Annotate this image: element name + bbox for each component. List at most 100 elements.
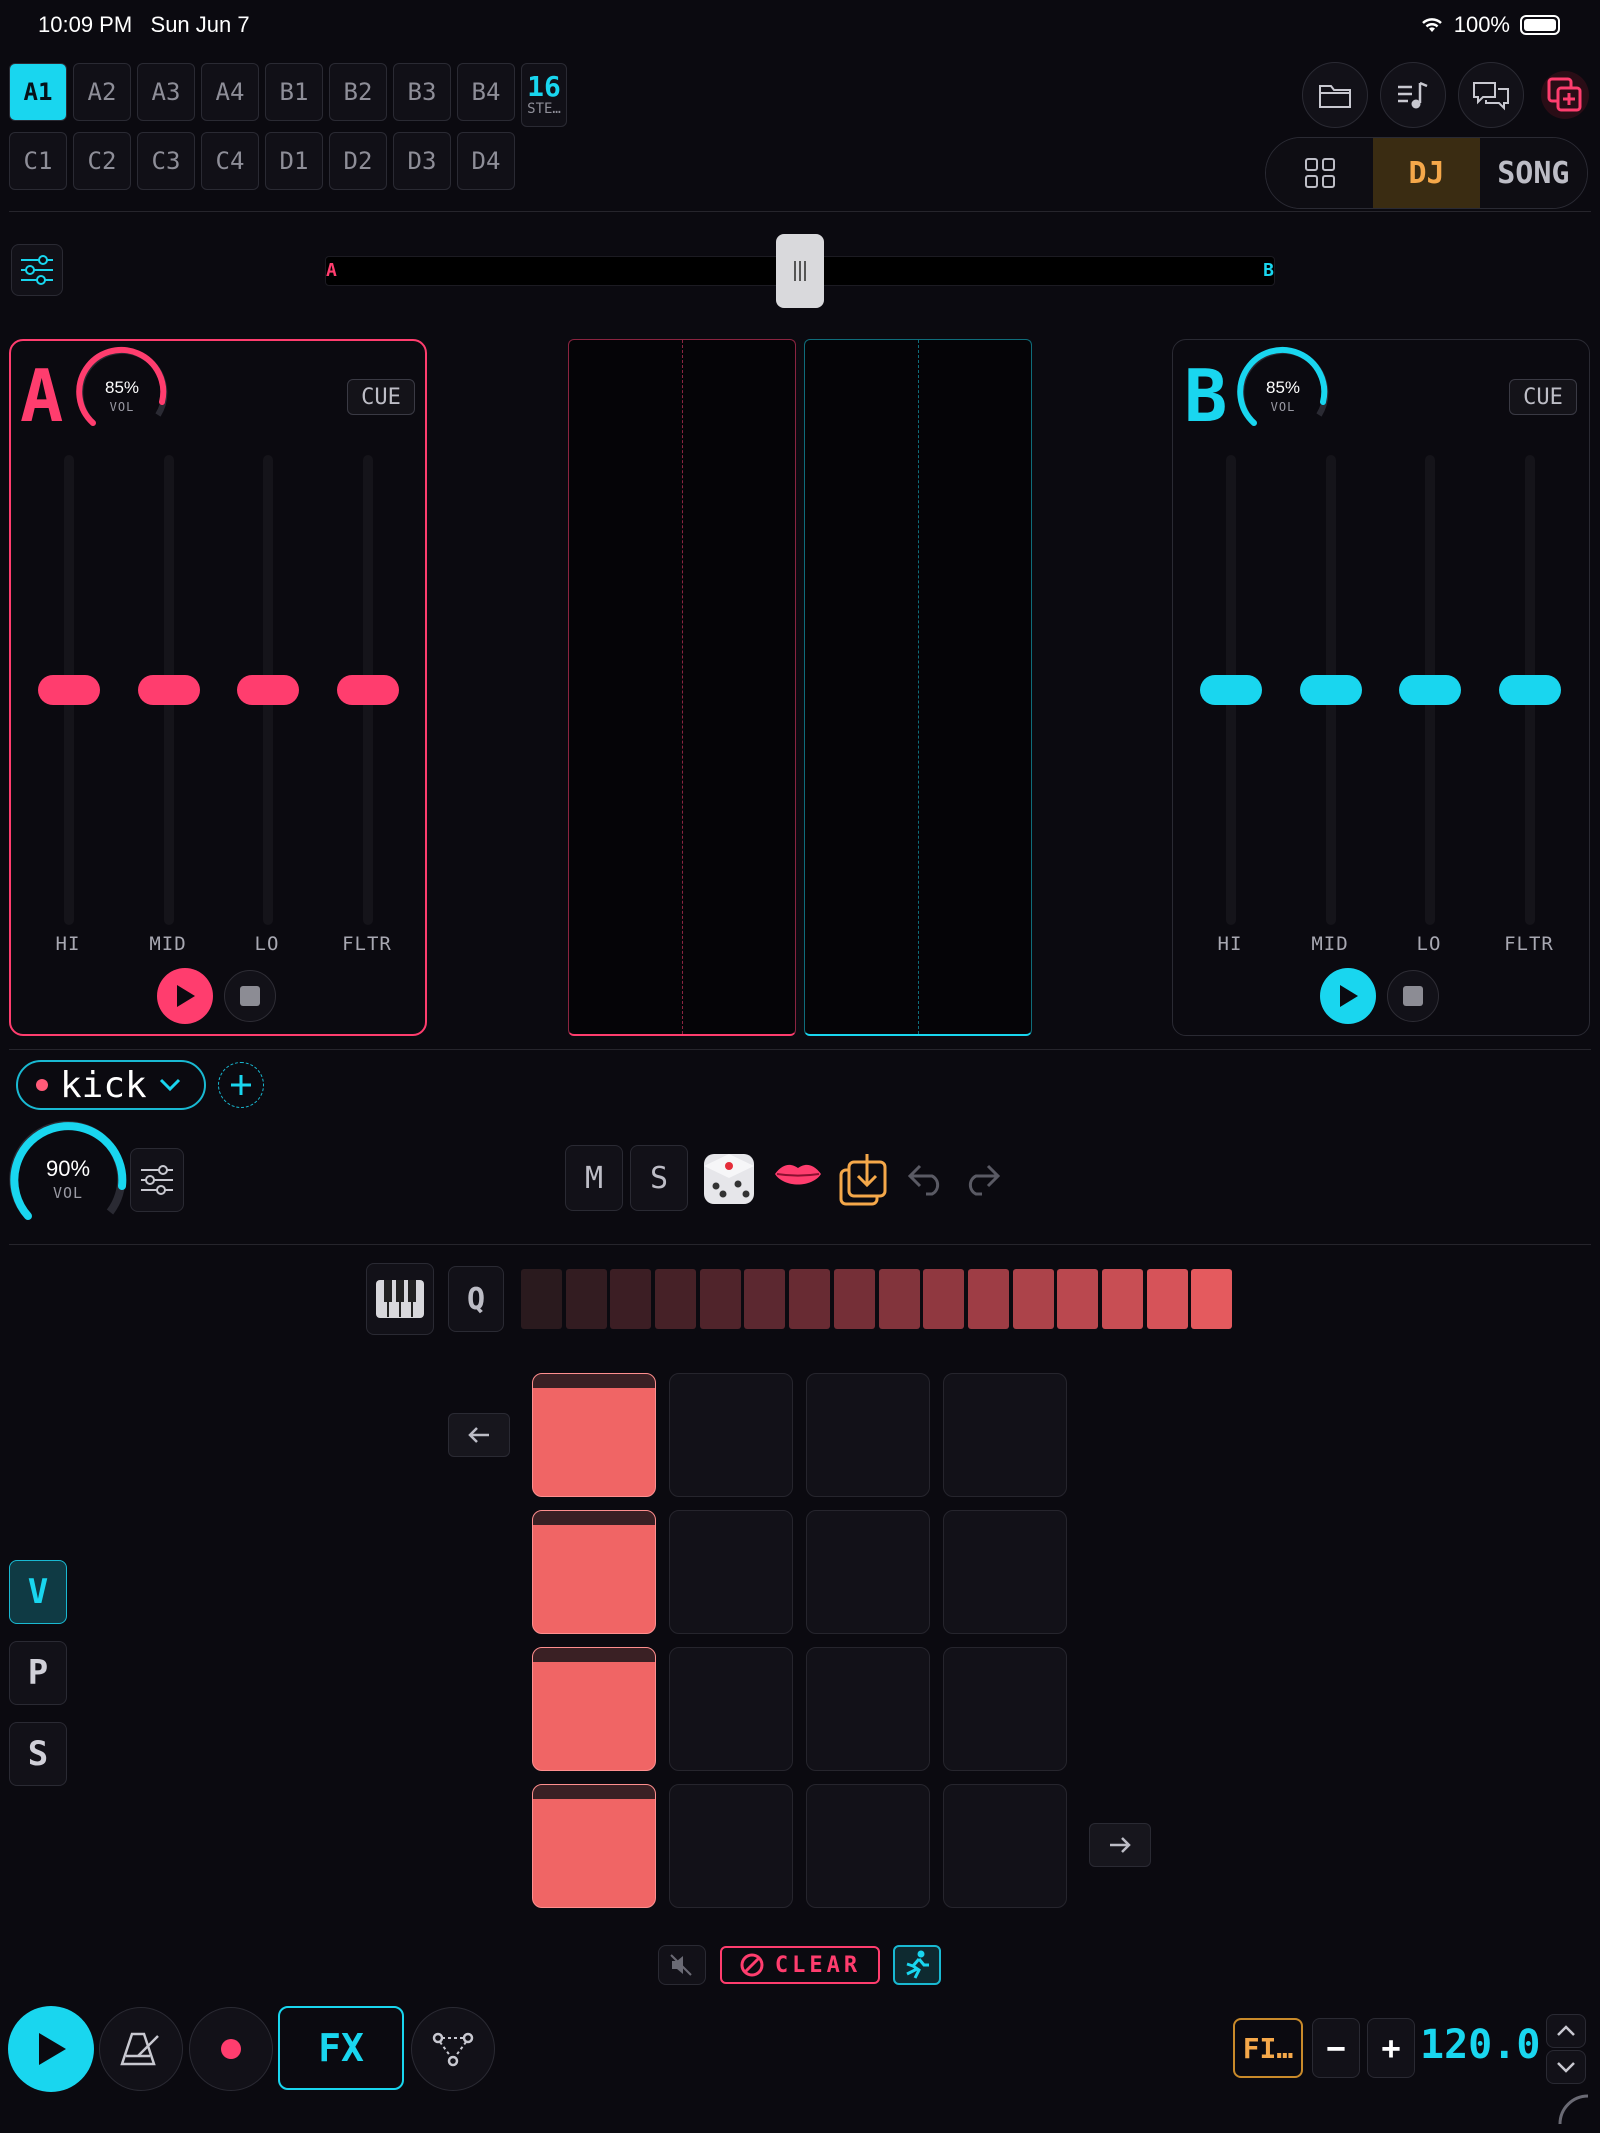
track-volume-knob[interactable]: 90% VOL xyxy=(6,1116,130,1240)
quantize-button[interactable]: Q xyxy=(448,1266,504,1332)
pad[interactable] xyxy=(669,1647,793,1771)
step-cell[interactable] xyxy=(744,1269,786,1329)
pattern-b4[interactable]: B4 xyxy=(457,63,515,121)
clear-button[interactable]: CLEAR xyxy=(720,1946,880,1984)
pad[interactable] xyxy=(943,1373,1067,1497)
tab-song[interactable]: SONG xyxy=(1479,138,1587,208)
add-track-button[interactable] xyxy=(218,1062,264,1108)
folder-button[interactable] xyxy=(1302,62,1368,128)
randomize-button[interactable] xyxy=(698,1148,760,1215)
pad[interactable] xyxy=(943,1784,1067,1908)
deck-a-stop-button[interactable] xyxy=(224,970,276,1022)
mixer-settings-button[interactable] xyxy=(11,244,63,296)
pattern-d3[interactable]: D3 xyxy=(393,132,451,190)
deck-b-waveform[interactable] xyxy=(804,339,1032,1036)
mode-velocity-button[interactable]: V xyxy=(9,1560,67,1624)
deck-b-hi-fader[interactable] xyxy=(1200,675,1262,705)
mute-button[interactable]: M xyxy=(565,1145,623,1211)
bpm-value[interactable]: 120.0 xyxy=(1420,2022,1540,2068)
pattern-a4[interactable]: A4 xyxy=(201,63,259,121)
step-cell[interactable] xyxy=(967,1269,1009,1329)
preset-button[interactable]: FI… xyxy=(1233,2018,1303,2078)
step-cell[interactable] xyxy=(833,1269,875,1329)
pattern-c1[interactable]: C1 xyxy=(9,132,67,190)
pad[interactable] xyxy=(669,1510,793,1634)
pad[interactable] xyxy=(943,1510,1067,1634)
step-cell[interactable] xyxy=(789,1269,831,1329)
mode-pitch-button[interactable]: P xyxy=(9,1641,67,1705)
deck-b-mid-fader[interactable] xyxy=(1300,675,1362,705)
step-cell[interactable] xyxy=(565,1269,607,1329)
pad[interactable] xyxy=(943,1647,1067,1771)
resize-handle[interactable] xyxy=(1556,2092,1590,2131)
deck-b-stop-button[interactable] xyxy=(1387,970,1439,1022)
track-settings-button[interactable] xyxy=(130,1148,184,1212)
deck-a-volume-knob[interactable]: 85% VOL xyxy=(72,346,172,446)
chat-button[interactable] xyxy=(1458,62,1524,128)
deck-b-volume-knob[interactable]: 85% VOL xyxy=(1233,346,1333,446)
step-cell[interactable] xyxy=(610,1269,652,1329)
pattern-d1[interactable]: D1 xyxy=(265,132,323,190)
step-cell[interactable] xyxy=(655,1269,697,1329)
pad[interactable] xyxy=(532,1647,656,1771)
bpm-up-button[interactable] xyxy=(1546,2014,1586,2048)
metronome-button[interactable] xyxy=(99,2007,183,2091)
pattern-d4[interactable]: D4 xyxy=(457,132,515,190)
step-cell[interactable] xyxy=(521,1269,562,1329)
step-cell[interactable] xyxy=(1191,1269,1233,1329)
redo-button[interactable] xyxy=(962,1162,1002,1201)
deck-a-hi-fader[interactable] xyxy=(38,675,100,705)
pad[interactable] xyxy=(806,1784,930,1908)
pad[interactable] xyxy=(532,1373,656,1497)
pad[interactable] xyxy=(669,1373,793,1497)
deck-b-lo-fader[interactable] xyxy=(1399,675,1461,705)
deck-a-play-button[interactable] xyxy=(157,968,213,1024)
pattern-a2[interactable]: A2 xyxy=(73,63,131,121)
step-cell[interactable] xyxy=(1012,1269,1054,1329)
bpm-increase-button[interactable]: + xyxy=(1367,2018,1415,2078)
deck-a-waveform[interactable] xyxy=(568,339,796,1036)
page-left-button[interactable] xyxy=(448,1413,510,1457)
pattern-c4[interactable]: C4 xyxy=(201,132,259,190)
pad[interactable] xyxy=(806,1373,930,1497)
bpm-down-button[interactable] xyxy=(1546,2050,1586,2084)
record-button[interactable] xyxy=(189,2007,273,2091)
lips-button[interactable] xyxy=(772,1156,824,1201)
pad[interactable] xyxy=(806,1510,930,1634)
fx-button[interactable]: FX xyxy=(278,2006,404,2090)
pattern-c2[interactable]: C2 xyxy=(73,132,131,190)
pattern-b2[interactable]: B2 xyxy=(329,63,387,121)
step-cell[interactable] xyxy=(878,1269,920,1329)
bpm-decrease-button[interactable]: − xyxy=(1312,2018,1360,2078)
deck-a-mid-fader[interactable] xyxy=(138,675,200,705)
step-cell[interactable] xyxy=(923,1269,965,1329)
pad[interactable] xyxy=(806,1647,930,1771)
step-cell[interactable] xyxy=(1057,1269,1099,1329)
steps-button[interactable]: 16 STE… xyxy=(521,63,567,127)
mode-s-button[interactable]: S xyxy=(9,1722,67,1786)
track-selector[interactable]: kick xyxy=(16,1060,206,1110)
deck-a-lo-fader[interactable] xyxy=(237,675,299,705)
step-cell[interactable] xyxy=(699,1269,741,1329)
routing-button[interactable] xyxy=(411,2007,495,2091)
transport-play-button[interactable] xyxy=(8,2006,94,2092)
pad[interactable] xyxy=(532,1784,656,1908)
grid-view-tab[interactable] xyxy=(1266,138,1374,208)
mute-speaker-button[interactable] xyxy=(658,1945,706,1985)
pad[interactable] xyxy=(669,1784,793,1908)
solo-button[interactable]: S xyxy=(630,1145,688,1211)
pattern-c3[interactable]: C3 xyxy=(137,132,195,190)
deck-b-cue-button[interactable]: CUE xyxy=(1509,379,1577,415)
pattern-b1[interactable]: B1 xyxy=(265,63,323,121)
add-copy-button[interactable] xyxy=(1540,70,1590,120)
undo-button[interactable] xyxy=(906,1162,946,1201)
pattern-d2[interactable]: D2 xyxy=(329,132,387,190)
pad[interactable] xyxy=(532,1510,656,1634)
playlist-button[interactable] xyxy=(1380,62,1446,128)
run-button[interactable] xyxy=(893,1945,941,1985)
deck-a-cue-button[interactable]: CUE xyxy=(347,379,415,415)
crossfader-handle[interactable] xyxy=(776,234,824,308)
pattern-a1[interactable]: A1 xyxy=(9,63,67,121)
page-right-button[interactable] xyxy=(1089,1823,1151,1867)
keyboard-button[interactable] xyxy=(366,1263,434,1335)
